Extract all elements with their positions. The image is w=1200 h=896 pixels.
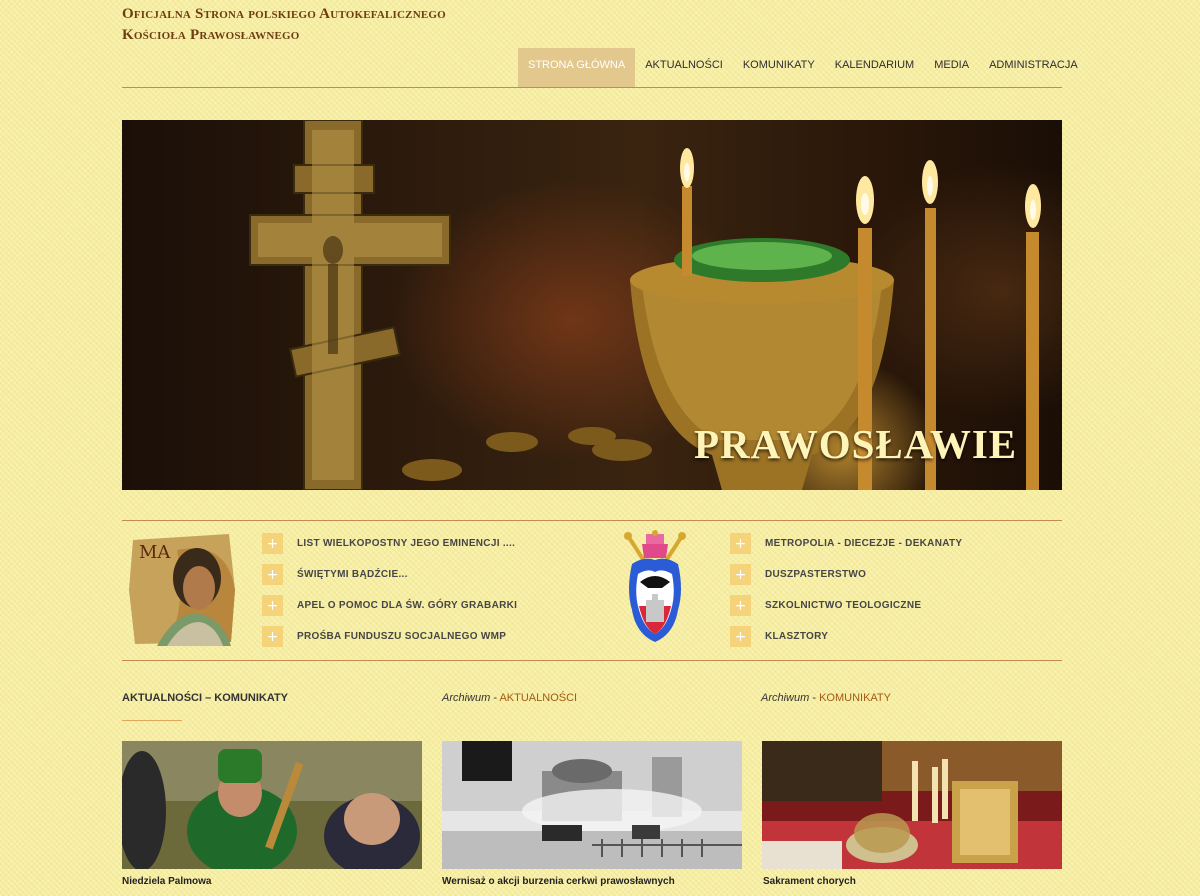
plus-icon: +	[730, 626, 751, 647]
link-label[interactable]: METROPOLIA - DIECEZJE - DEKANATY	[765, 538, 962, 549]
nav-kalendarium[interactable]: KALENDARIUM	[825, 48, 924, 87]
coat-of-arms-icon	[624, 530, 686, 642]
plus-icon: +	[262, 533, 283, 554]
link-label[interactable]: DUSZPASTERSTWO	[765, 569, 866, 580]
nav-aktualnosci[interactable]: AKTUALNOŚCI	[635, 48, 733, 87]
nav-strona-glowna[interactable]: STRONA GŁÓWNA	[518, 48, 636, 87]
news-caption-3[interactable]: Sakrament chorych	[763, 876, 856, 887]
saint-icon-thumbnail[interactable]: MA	[127, 530, 237, 646]
archive-aktualnosci: Archiwum - AKTUALNOŚCI	[442, 692, 577, 704]
list-item[interactable]: + KLASZTORY	[730, 621, 962, 652]
featured-links-left: + LIST WIELKOPOSTNY JEGO EMINENCJI .... …	[262, 528, 517, 652]
news-photo-anointing	[762, 741, 1062, 869]
list-item[interactable]: + DUSZPASTERSTWO	[730, 559, 962, 590]
news-caption-2[interactable]: Wernisaż o akcji burzenia cerkwi prawosł…	[442, 876, 675, 887]
saint-icon: MA	[129, 534, 235, 646]
archive-sep: -	[809, 692, 820, 704]
section-underline	[122, 720, 182, 721]
plus-icon: +	[262, 564, 283, 585]
plus-icon: +	[262, 626, 283, 647]
church-coat-of-arms[interactable]	[622, 530, 688, 644]
link-label[interactable]: APEL O POMOC DLA ŚW. GÓRY GRABARKI	[297, 600, 517, 611]
list-item[interactable]: + ŚWIĘTYMI BĄDŹCIE...	[262, 559, 517, 590]
archive-word: Archiwum	[442, 692, 491, 704]
list-item[interactable]: + METROPOLIA - DIECEZJE - DEKANATY	[730, 528, 962, 559]
featured-links-right: + METROPOLIA - DIECEZJE - DEKANATY + DUS…	[730, 528, 962, 652]
hero-banner[interactable]: PRAWOSŁAWIE	[122, 120, 1062, 490]
icon-letters: MA	[139, 542, 171, 563]
nav-media[interactable]: MEDIA	[924, 48, 979, 87]
site-title[interactable]: Oficjalna Strona polskiego Autokefaliczn…	[122, 4, 542, 46]
plus-icon: +	[730, 595, 751, 616]
link-label[interactable]: SZKOLNICTWO TEOLOGICZNE	[765, 600, 921, 611]
news-image-2[interactable]	[442, 741, 742, 869]
site-title-line1: Oficjalna Strona polskiego Autokefaliczn…	[122, 6, 446, 22]
list-item[interactable]: + LIST WIELKOPOSTNY JEGO EMINENCJI ....	[262, 528, 517, 559]
news-image-1[interactable]	[122, 741, 422, 869]
link-label[interactable]: ŚWIĘTYMI BĄDŹCIE...	[297, 569, 408, 580]
list-item[interactable]: + APEL O POMOC DLA ŚW. GÓRY GRABARKI	[262, 590, 517, 621]
nav-administracja[interactable]: ADMINISTRACJA	[979, 48, 1088, 87]
header-divider	[122, 87, 1062, 88]
news-caption-1[interactable]: Niedziela Palmowa	[122, 876, 211, 887]
link-label[interactable]: LIST WIELKOPOSTNY JEGO EMINENCJI ....	[297, 538, 515, 549]
news-photo-church-demolition	[442, 741, 742, 869]
site-title-line2: Kościoła Prawosławnego	[122, 27, 300, 43]
hero-caption: PRAWOSŁAWIE	[694, 421, 1018, 467]
link-label[interactable]: KLASZTORY	[765, 631, 828, 642]
archive-komunikaty-link[interactable]: KOMUNIKATY	[819, 692, 891, 704]
archive-komunikaty: Archiwum - KOMUNIKATY	[761, 692, 891, 704]
plus-icon: +	[730, 564, 751, 585]
news-photo-palm-sunday	[122, 741, 422, 869]
archive-word: Archiwum	[761, 692, 810, 704]
archive-aktualnosci-link[interactable]: AKTUALNOŚCI	[499, 692, 577, 704]
divider-links-bottom	[122, 660, 1062, 661]
plus-icon: +	[730, 533, 751, 554]
nav-komunikaty[interactable]: KOMUNIKATY	[733, 48, 825, 87]
list-item[interactable]: + PROŚBA FUNDUSZU SOCJALNEGO WMP	[262, 621, 517, 652]
link-label[interactable]: PROŚBA FUNDUSZU SOCJALNEGO WMP	[297, 631, 506, 642]
divider-links-top	[122, 520, 1062, 521]
list-item[interactable]: + SZKOLNICTWO TEOLOGICZNE	[730, 590, 962, 621]
section-title: AKTUALNOŚCI – KOMUNIKATY	[122, 692, 289, 704]
news-image-3[interactable]	[762, 741, 1062, 869]
main-nav: STRONA GŁÓWNA AKTUALNOŚCI KOMUNIKATY KAL…	[518, 48, 1088, 87]
plus-icon: +	[262, 595, 283, 616]
